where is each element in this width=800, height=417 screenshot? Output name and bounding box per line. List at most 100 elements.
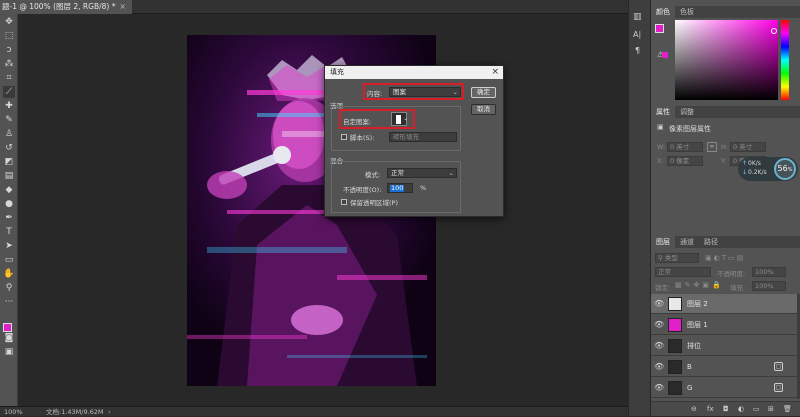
group-icon[interactable]: ▭	[753, 402, 760, 416]
download-speed: 0.2K/s	[748, 169, 767, 176]
fx-icon[interactable]: fx	[707, 402, 714, 416]
color-field[interactable]	[675, 20, 778, 100]
history-brush-icon[interactable]: ↺	[3, 142, 15, 154]
mode-select-value: 正常	[391, 169, 404, 177]
history-panel-icon[interactable]: ▥	[633, 12, 647, 24]
close-dialog-icon[interactable]: ×	[491, 66, 499, 79]
visibility-eye-icon[interactable]: 👁	[654, 294, 664, 314]
crop-icon[interactable]: ⌗	[3, 72, 15, 84]
layer-name: 图层 2	[687, 300, 708, 308]
blend-mode-select[interactable]: 正常	[655, 267, 711, 277]
preserve-transparency-label: 保留透明区域(P)	[350, 199, 398, 207]
layer-kind-value: 类型	[664, 254, 678, 262]
document-tab[interactable]: 题-1 @ 100% (图层 2, RGB/8) * ×	[0, 0, 132, 14]
highlight-pattern-box	[339, 109, 415, 129]
character-panel-icon[interactable]: A|	[633, 30, 647, 42]
tab-channels[interactable]: 通道	[675, 236, 699, 248]
panel-icon-strip: ▥ A| ¶	[628, 0, 650, 416]
type-icon[interactable]: T	[3, 226, 15, 238]
brush-icon[interactable]: ✎	[3, 114, 15, 126]
quick-select-icon[interactable]: ⁂	[3, 58, 15, 70]
layer-kind-filter[interactable]: ⚲ 类型	[655, 253, 699, 263]
fill-label: 填充:	[730, 284, 746, 292]
eraser-icon[interactable]: ◩	[3, 156, 15, 168]
h-label: H:	[721, 143, 729, 151]
tab-color[interactable]: 颜色	[651, 6, 675, 18]
stamp-icon[interactable]: ♙	[3, 128, 15, 140]
fill-dialog-titlebar[interactable]: 填充	[325, 66, 503, 79]
layer-thumbnail	[668, 297, 682, 311]
layer-row[interactable]: 👁 图层 2	[651, 294, 797, 314]
x-input[interactable]: 0 像素	[667, 156, 703, 166]
layer-fill-input[interactable]: 100%	[752, 281, 786, 291]
tab-paths[interactable]: 路径	[699, 236, 723, 248]
eyedropper-icon[interactable]: ⟋	[3, 86, 15, 98]
close-tab-icon[interactable]: ×	[119, 2, 125, 11]
document-tab-title: 题-1 @ 100% (图层 2, RGB/8) *	[2, 2, 116, 11]
color-picker-cursor[interactable]	[771, 28, 777, 34]
performance-unit: %	[787, 167, 793, 173]
layer-opacity-input[interactable]: 100%	[752, 267, 786, 277]
mode-select[interactable]: 正常 ⌄	[387, 168, 457, 178]
zoom-icon[interactable]: ⚲	[3, 282, 15, 294]
layer-thumbnail	[668, 339, 682, 353]
healing-icon[interactable]: ✚	[3, 100, 15, 112]
path-select-icon[interactable]: ➤	[3, 240, 15, 252]
layer-opacity-label: 不透明度:	[717, 270, 746, 278]
blur-icon[interactable]: ◆	[3, 184, 15, 196]
pen-icon[interactable]: ✒	[3, 212, 15, 224]
visibility-eye-icon[interactable]: 👁	[654, 315, 664, 335]
visibility-eye-icon[interactable]: 👁	[654, 378, 664, 398]
upload-speed: 0K/s	[748, 160, 761, 167]
opacity-input[interactable]: 100	[387, 183, 413, 193]
quick-mask-icon[interactable]: ◙	[3, 332, 15, 344]
new-layer-icon[interactable]: ⊞	[768, 402, 774, 416]
dodge-icon[interactable]: ●	[3, 198, 15, 210]
paragraph-panel-icon[interactable]: ¶	[635, 46, 649, 58]
smart-object-icon: ▢	[774, 383, 783, 392]
hue-slider[interactable]	[781, 20, 789, 100]
script-select[interactable]: 砖形填充	[389, 132, 457, 142]
layer-name: 排位	[687, 342, 701, 350]
marquee-icon[interactable]: ⬚	[3, 30, 15, 42]
performance-gauge: 56%	[774, 158, 796, 180]
layer-row[interactable]: 👁 图层 1	[651, 315, 797, 335]
preserve-transparency-checkbox[interactable]	[341, 199, 347, 205]
shape-icon[interactable]: ▭	[3, 254, 15, 266]
w-input[interactable]: 0 英寸	[667, 142, 703, 152]
h-input[interactable]: 0 英寸	[730, 142, 766, 152]
more-icon[interactable]: ···	[3, 296, 15, 308]
layer-row[interactable]: 👁 G ▢	[651, 378, 797, 398]
mask-icon[interactable]: ◘	[723, 402, 729, 416]
layer-row[interactable]: 👁 B ▢	[651, 357, 797, 377]
visibility-eye-icon[interactable]: 👁	[654, 357, 664, 377]
tab-layers[interactable]: 图层	[651, 236, 675, 248]
color-foreground-swatch[interactable]	[655, 24, 664, 33]
foreground-color-swatch[interactable]	[3, 323, 12, 332]
tab-swatches[interactable]: 色板	[675, 6, 699, 18]
status-bar: 100% 文档:1.43M/9.62M ›	[0, 406, 628, 416]
x-label: X:	[657, 157, 664, 165]
cancel-button[interactable]: 取消	[471, 104, 496, 115]
move-icon[interactable]: ✥	[3, 16, 15, 28]
lock-icons[interactable]: ▦✎✥▣🔒	[675, 281, 724, 289]
gradient-icon[interactable]: ▤	[3, 170, 15, 182]
right-panels: 颜色 色板 ⚠ 属性 调整 ▣ 像素图层属性 W: 0 英寸 ∞ H: 0 英寸 X…	[651, 0, 800, 416]
layer-thumbnail	[668, 381, 682, 395]
screen-mode-icon[interactable]: ▣	[3, 346, 15, 358]
script-label: 脚本(S):	[350, 134, 375, 142]
layer-filter-icons[interactable]: ▣◐T▭▤	[705, 254, 745, 262]
tab-properties[interactable]: 属性	[651, 106, 675, 118]
link-icon[interactable]: ⊖	[691, 402, 697, 416]
performance-value: 56	[777, 164, 788, 173]
lasso-icon[interactable]: ↄ	[3, 44, 15, 56]
link-dimensions-icon[interactable]: ∞	[707, 142, 717, 152]
adjustment-icon[interactable]: ◐	[738, 402, 744, 416]
visibility-eye-icon[interactable]: 👁	[654, 336, 664, 356]
ok-button[interactable]: 确定	[471, 87, 496, 98]
tab-adjustments[interactable]: 调整	[675, 106, 699, 118]
trash-icon[interactable]: 🗑	[783, 402, 792, 416]
script-checkbox[interactable]	[341, 134, 347, 140]
layer-row[interactable]: 👁 排位	[651, 336, 797, 356]
hand-icon[interactable]: ✋	[3, 268, 15, 280]
